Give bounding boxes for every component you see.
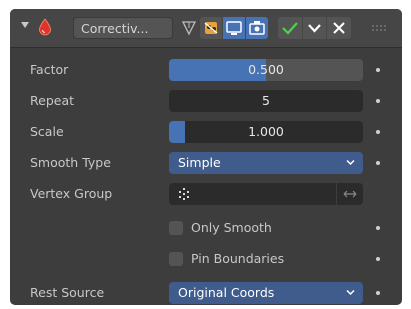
rest-source-label: Rest Source bbox=[30, 285, 105, 300]
scale-label: Scale bbox=[30, 124, 64, 139]
vertex-group-label: Vertex Group bbox=[30, 186, 113, 201]
remove-modifier-button[interactable] bbox=[327, 17, 351, 39]
close-icon bbox=[333, 22, 345, 34]
on-cage-icon bbox=[204, 22, 218, 34]
repeat-field[interactable]: 5 bbox=[169, 90, 363, 112]
move-down-chevron-icon bbox=[308, 24, 321, 33]
scale-value: 1.000 bbox=[248, 124, 284, 139]
modifier-panel: Correctiv... Factor 0.500 Repeat 5 Scale… bbox=[10, 9, 402, 305]
repeat-label: Repeat bbox=[30, 93, 75, 108]
render-button[interactable] bbox=[246, 17, 268, 39]
modifier-menu-button[interactable] bbox=[303, 17, 326, 39]
drag-grip-icon[interactable] bbox=[371, 21, 389, 35]
modifier-name-field[interactable]: Correctiv... bbox=[73, 17, 173, 39]
apply-button[interactable] bbox=[278, 17, 302, 39]
pin-boundaries-checkbox[interactable] bbox=[169, 252, 183, 266]
viewport-display-icon bbox=[226, 21, 242, 35]
modifier-header: Correctiv... bbox=[10, 9, 402, 48]
scale-slider[interactable]: 1.000 bbox=[169, 121, 363, 143]
vertex-group-field[interactable] bbox=[169, 183, 336, 205]
repeat-value: 5 bbox=[262, 93, 270, 108]
smooth-type-label: Smooth Type bbox=[30, 155, 111, 170]
viewport-display-button[interactable] bbox=[223, 17, 245, 39]
factor-keyframe-dot[interactable] bbox=[376, 68, 380, 72]
rest-source-keyframe-dot[interactable] bbox=[376, 291, 380, 295]
vertex-group-icon bbox=[179, 188, 189, 200]
repeat-keyframe-dot[interactable] bbox=[376, 99, 380, 103]
pin-boundaries-keyframe-dot[interactable] bbox=[376, 257, 380, 261]
render-icon bbox=[249, 21, 265, 35]
only-smooth-checkbox[interactable] bbox=[169, 221, 183, 235]
chevron-down-icon bbox=[346, 159, 355, 166]
smooth-type-select[interactable]: Simple bbox=[169, 152, 363, 174]
factor-label: Factor bbox=[30, 62, 69, 77]
edit-mode-button[interactable] bbox=[179, 17, 199, 39]
collapse-arrow-icon[interactable] bbox=[21, 22, 29, 28]
apply-check-icon bbox=[282, 22, 298, 35]
chevron-down-icon bbox=[346, 289, 355, 296]
only-smooth-label: Only Smooth bbox=[191, 220, 272, 235]
rest-source-value: Original Coords bbox=[178, 285, 275, 300]
smooth-type-value: Simple bbox=[178, 155, 221, 170]
pin-boundaries-label: Pin Boundaries bbox=[191, 251, 285, 266]
invert-vertex-group-button[interactable] bbox=[337, 183, 363, 205]
water-drop-icon bbox=[39, 18, 51, 36]
scale-keyframe-dot[interactable] bbox=[376, 130, 380, 134]
factor-value: 0.500 bbox=[248, 62, 284, 77]
smooth-type-keyframe-dot[interactable] bbox=[376, 161, 380, 165]
rest-source-select[interactable]: Original Coords bbox=[169, 282, 363, 304]
only-smooth-keyframe-dot[interactable] bbox=[376, 226, 380, 230]
on-cage-button[interactable] bbox=[200, 17, 222, 39]
factor-slider[interactable]: 0.500 bbox=[169, 59, 363, 81]
invert-arrows-icon bbox=[343, 190, 357, 198]
edit-mode-icon bbox=[181, 21, 197, 36]
